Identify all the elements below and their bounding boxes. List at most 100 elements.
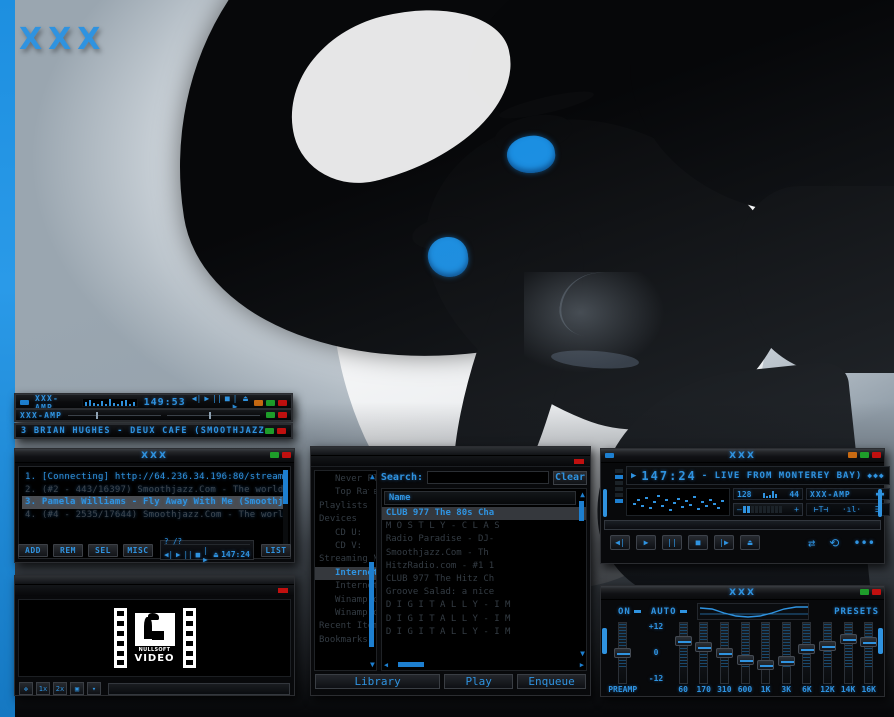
equalizer-titlebar[interactable]: XXX [601,586,884,600]
list-item[interactable]: 3. Pamela Williams - Fly Away With Me (S… [22,496,287,509]
shuffle-icon[interactable]: ⇄ [808,536,815,550]
alt-transport-controls[interactable]: ◀| ▶ || ■ |▶ ⏏ ⇄ ⟲ ••• [604,530,881,550]
playlist-mini-controls[interactable]: ◀| ▶ || ■ |▶ ⏏ 147:24 [164,545,250,564]
tree-scroll-up-icon[interactable]: ▲ [370,472,375,481]
library-tree[interactable]: ▲ Never Played Top Rated Playlists Devic… [314,470,377,671]
mini-pause-button[interactable]: || [184,550,193,559]
alt-stop-button[interactable]: ■ [688,535,708,550]
tree-item-recent-items[interactable]: Recent Items [315,620,376,633]
library-scroll-up-icon[interactable]: ▲ [580,490,585,499]
alt-player-window[interactable]: XXX ▶ 147:24 - LIVE FROM MONTEREY BAY) ◆… [600,448,890,564]
video-screen[interactable]: NULLSOFT VIDEO [18,599,291,677]
shade-maximize-button[interactable] [266,412,275,418]
menu-icon[interactable]: ▾ [87,682,101,695]
alt-play-button[interactable]: ▶ [636,535,656,550]
eq-band-slider-12k[interactable] [818,622,837,684]
eq-auto-toggle[interactable]: AUTO [651,607,687,617]
balance-icon[interactable]: ⊢T⊣ [814,505,828,514]
alt-seek-bar[interactable] [604,520,881,530]
playlist-shade[interactable]: 3 BRIAN HUGHES - DEUX CAFE (SMOOTHJAZZ C… [14,423,293,439]
tree-scroll-down-icon[interactable]: ▼ [370,660,375,669]
eq-band-slider-6k[interactable] [797,622,816,684]
eq-icon[interactable]: ⋅ıl⋅ [842,505,861,514]
equalizer-window[interactable]: XXX ON AUTO PRESETS +12 0 -12 PREAMP 60 … [600,585,885,697]
eq-band-slider-16k[interactable] [859,622,878,684]
playlist-mini-player[interactable]: ? /? ◀| ▶ || ■ |▶ ⏏ 147:24 [160,537,254,564]
list-item[interactable]: D I G I T A L L Y - I M [382,599,586,612]
alt-maximize-button[interactable] [860,452,869,458]
list-item[interactable]: CLUB 977 The Hitz Ch [382,573,586,586]
player-seek-shade[interactable]: XXX-AMP [14,408,293,422]
eq-band-slider-600[interactable] [736,622,755,684]
playlist-shade-close-button[interactable] [277,428,286,434]
video-titlebar-top[interactable] [15,576,294,585]
alt-eject-button[interactable]: ⏏ [740,535,760,550]
fit-icon[interactable]: ▣ [70,682,84,695]
playlist-rem-button[interactable]: REM [53,543,83,557]
playlist-window[interactable]: XXX 1. [Connecting] http://64.236.34.196… [14,448,295,564]
tree-item-never-played[interactable]: Never Played [315,473,376,486]
clear-button[interactable]: Clear [553,470,587,485]
library-button[interactable]: Library [315,673,441,689]
hscroll-right-icon[interactable]: ▶ [580,661,584,669]
alt-close-button[interactable] [872,452,881,458]
eq-band-slider-3k[interactable] [777,622,796,684]
enqueue-button[interactable]: Enqueue [517,673,586,689]
media-library-window[interactable]: ▲ Never Played Top Rated Playlists Devic… [310,446,591,696]
eq-maximize-button[interactable] [860,589,869,595]
tree-item-winamp-videos[interactable]: Winamp.com Videos [315,607,376,620]
alt-pause-button[interactable]: || [662,535,682,550]
library-close-button[interactable] [574,459,584,464]
tree-item-winamp-music[interactable]: Winamp.com Music [315,594,376,607]
list-item[interactable]: 2. (#2 - 443/16397) Smoothjazz.Com - The… [22,484,287,497]
search-input[interactable] [427,471,549,484]
playlist-list-button[interactable]: LIST [261,543,291,557]
list-item[interactable]: HitzRadio.com - #1 1 [382,560,586,573]
playlist-misc-button[interactable]: MISC [123,543,153,557]
mini-stop-button[interactable]: ■ [196,550,201,559]
column-header-name[interactable]: Name [383,491,576,505]
eq-band-slider-310[interactable] [715,622,734,684]
library-hscrollbar[interactable]: ◀ ▶ [384,660,584,669]
playlist-sel-button[interactable]: SEL [88,543,118,557]
repeat-icon[interactable]: ⟲ [829,536,839,550]
list-item[interactable]: 1. [Connecting] http://64.236.34.196:80/… [22,471,287,484]
tree-item-internet-tv[interactable]: Internet TV [315,580,376,593]
eq-band-slider-1k[interactable] [756,622,775,684]
mini-prev-button[interactable]: ◀| [164,550,173,559]
eq-close-button[interactable] [872,589,881,595]
playlist-titlebar[interactable]: XXX [15,449,294,463]
tree-item-internet-radio[interactable]: Internet Radio [315,566,376,581]
seek-slider[interactable] [68,411,162,419]
zoom-1x-button[interactable]: 1x [36,682,50,695]
eq-preamp-slider[interactable] [613,622,632,684]
library-scroll-down-icon[interactable]: ▼ [580,649,585,658]
alt-left-handle[interactable] [603,489,607,517]
list-item[interactable]: Groove Salad: a nice [382,586,586,599]
alt-volume-slider[interactable]: – + [733,503,803,516]
list-item[interactable]: Smoothjazz.Com - Th [382,547,586,560]
tree-item-top-rated[interactable]: Top Rated [315,486,376,499]
eq-band-slider-14k[interactable] [839,622,858,684]
volume-minus-icon[interactable]: – [737,505,742,514]
fullscreen-icon[interactable]: ✥ [19,682,33,695]
list-item[interactable]: D I G I T A L L Y - I M [382,613,586,626]
mini-next-button[interactable]: |▶ [203,546,210,564]
tree-item-streaming-media[interactable]: Streaming Media [315,553,376,566]
eq-on-toggle[interactable]: ON [618,607,641,617]
alt-minimize-button[interactable] [848,452,857,458]
zoom-2x-button[interactable]: 2x [53,682,67,695]
library-list[interactable]: Name CLUB 977 The 80s Cha M O S T L Y - … [380,488,587,671]
video-seek-bar[interactable] [108,682,290,695]
library-titlebar[interactable] [311,456,590,467]
hscroll-left-icon[interactable]: ◀ [384,661,388,669]
alt-prev-button[interactable]: ◀| [610,535,630,550]
video-titlebar[interactable] [15,585,294,596]
playlist-close-button[interactable] [282,452,291,458]
playlist-shade-maximize-button[interactable] [265,428,274,434]
tree-scrollbar[interactable] [368,481,374,658]
list-item[interactable]: M O S T L Y - C L A S [382,520,586,533]
tree-item-playlists[interactable]: Playlists [315,500,376,513]
volume-plus-icon[interactable]: + [794,505,799,514]
library-list-scrollbar[interactable] [579,501,584,521]
